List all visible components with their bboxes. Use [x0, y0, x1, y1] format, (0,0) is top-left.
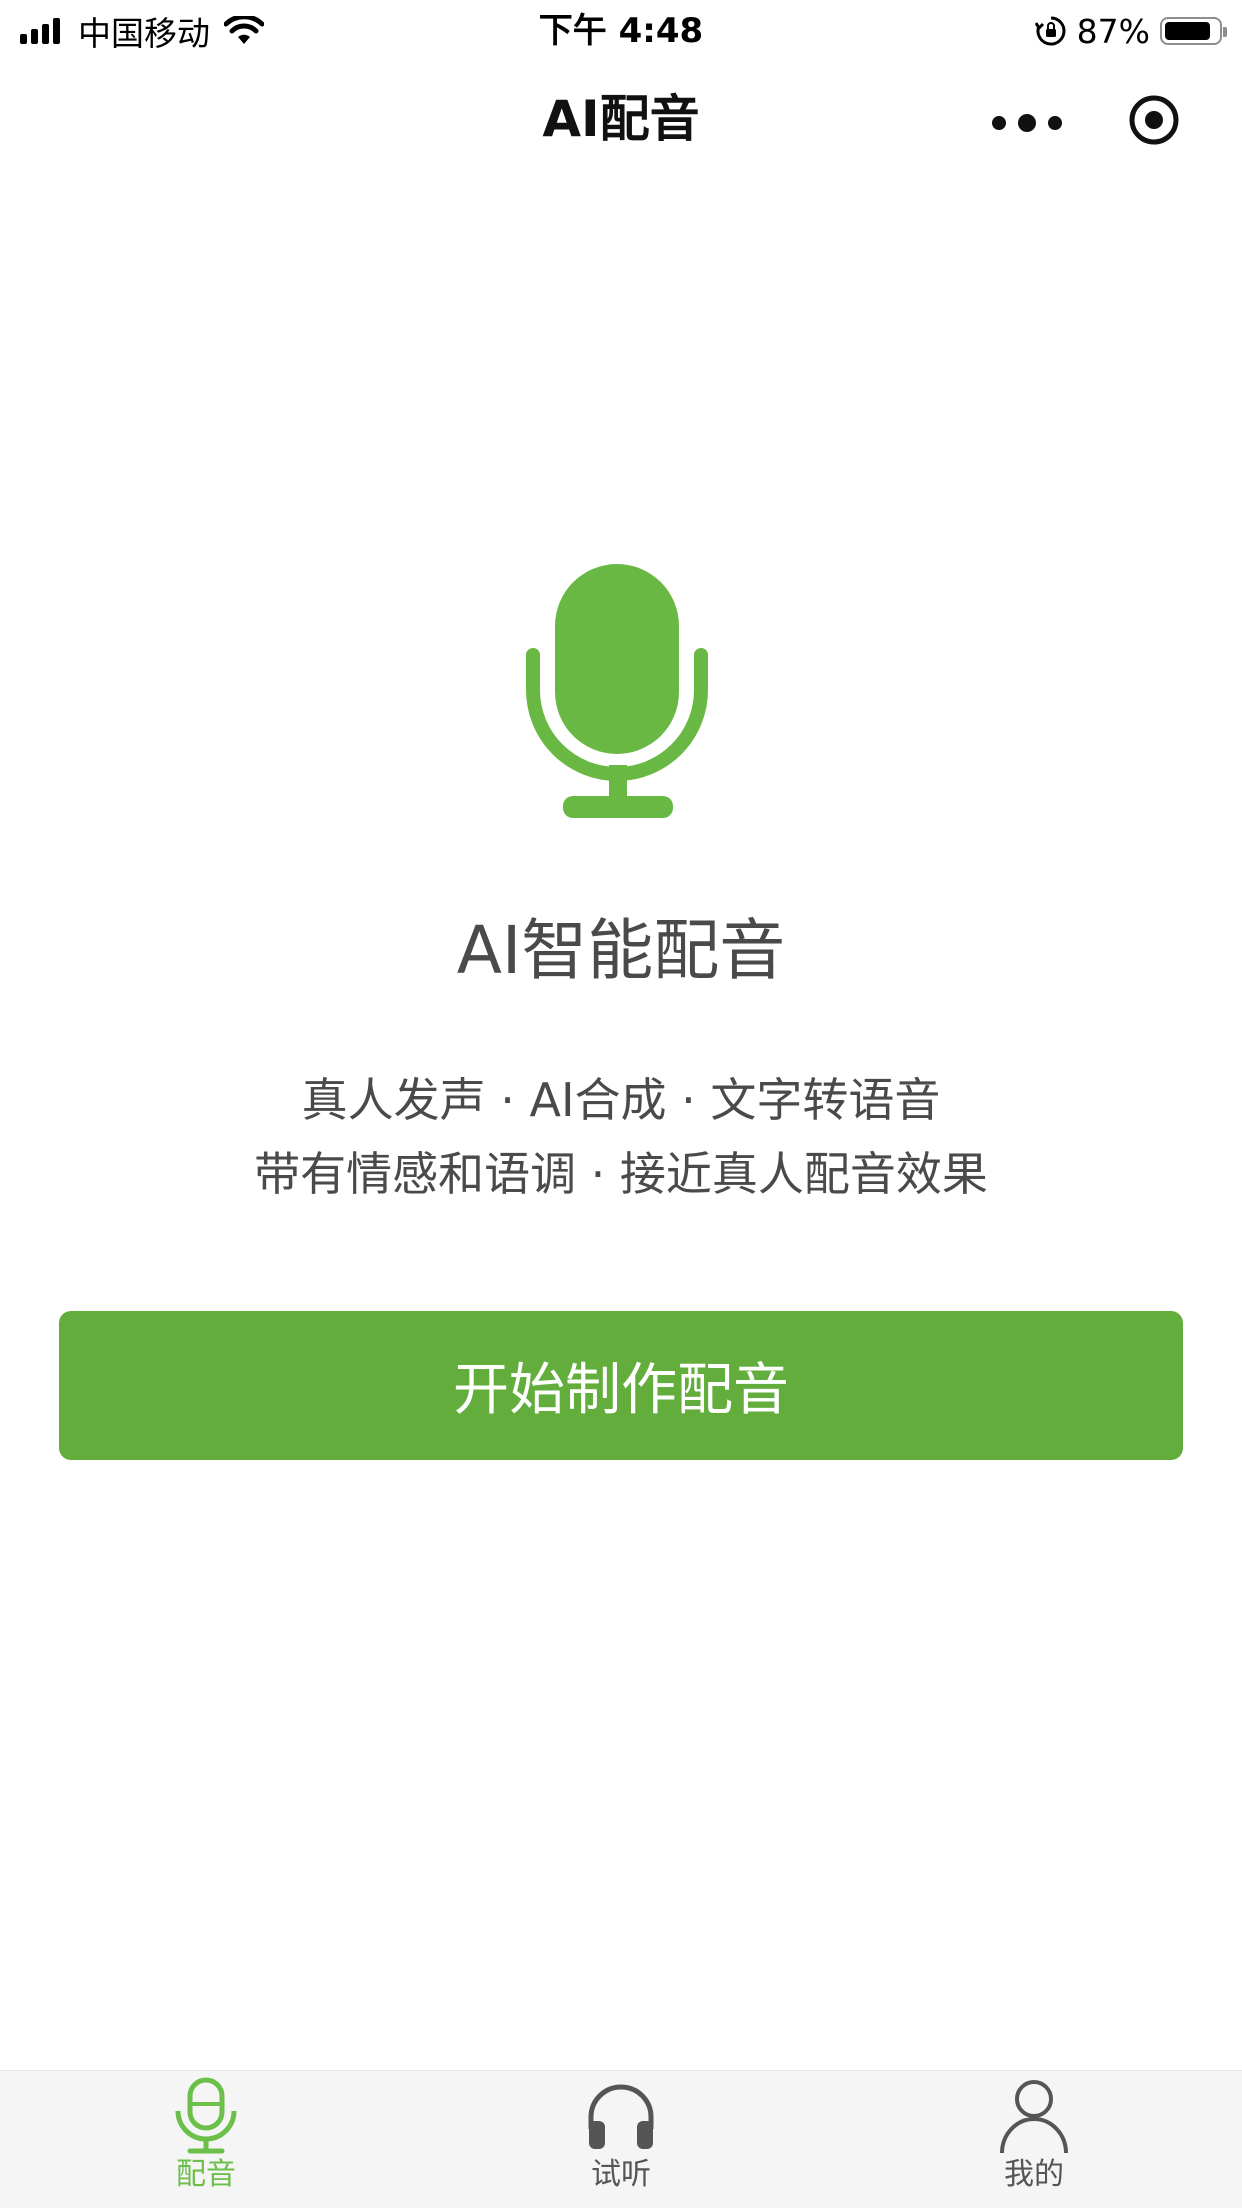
microphone-icon — [522, 564, 712, 818]
hero-title: AI智能配音 — [456, 912, 786, 989]
tab-dubbing[interactable]: 配音 — [106, 2071, 306, 2208]
tab-bar: 配音 试听 我的 — [0, 2070, 1242, 2208]
tab-mine[interactable]: 我的 — [934, 2071, 1134, 2208]
hero-description-line2: 带有情感和语调 · 接近真人配音效果 — [254, 1147, 988, 1201]
status-right: 87% — [1034, 8, 1227, 54]
headphones-icon — [588, 2084, 654, 2149]
status-bar: 中国移动 下午 4:48 87% — [0, 0, 1242, 62]
more-dots-icon[interactable] — [992, 100, 1062, 146]
tab-label: 试听 — [591, 2157, 651, 2192]
record-target-icon[interactable] — [1128, 94, 1180, 146]
user-icon — [1000, 2080, 1068, 2154]
hero-description-line1: 真人发声 · AI合成 · 文字转语音 — [301, 1073, 941, 1127]
page: 中国移动 下午 4:48 87% AI配音 AI智能配音 真人发声 · AI合成… — [0, 0, 1242, 2208]
rotation-lock-icon — [1034, 16, 1066, 46]
nav-bar: AI配音 — [0, 62, 1242, 182]
tab-label: 我的 — [1004, 2157, 1064, 2192]
battery-percent: 87% — [1076, 11, 1150, 51]
microphone-icon — [175, 2077, 237, 2154]
tab-label: 配音 — [176, 2157, 236, 2192]
battery-icon — [1160, 17, 1227, 45]
start-dubbing-button[interactable]: 开始制作配音 — [59, 1311, 1183, 1460]
tab-listen[interactable]: 试听 — [521, 2071, 721, 2208]
